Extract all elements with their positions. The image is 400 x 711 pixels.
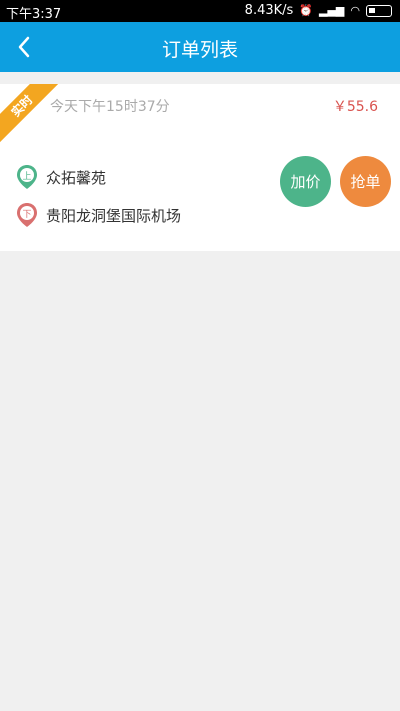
- order-card[interactable]: 实时 今天下午15时37分 ￥55.6 上 众拓馨苑 下 贵阳龙洞堡国际机场 加…: [0, 84, 400, 251]
- end-location-row: 下 贵阳龙洞堡国际机场: [16, 202, 181, 228]
- status-bar: 下午3:37 8.43K/s ⏰ ▂▄▆ ◠: [0, 0, 400, 22]
- start-location: 众拓馨苑: [46, 168, 107, 187]
- start-pin-icon: 上: [16, 164, 38, 190]
- grab-order-button[interactable]: 抢单: [340, 156, 391, 207]
- page-title: 订单列表: [161, 39, 238, 61]
- status-time: 下午3:37: [6, 7, 62, 22]
- net-speed: 8.43K/s: [244, 3, 294, 18]
- order-time: 今天下午15时37分: [50, 99, 170, 115]
- end-pin-label: 下: [22, 210, 31, 220]
- battery-icon: [366, 4, 392, 17]
- end-pin-icon: 下: [16, 202, 38, 228]
- order-price: ￥55.6: [332, 99, 378, 115]
- signal-icon: ▂▄▆: [319, 3, 345, 17]
- add-price-button[interactable]: 加价: [280, 156, 331, 207]
- start-pin-label: 上: [22, 171, 31, 182]
- status-icons: 8.43K/s ⏰ ▂▄▆ ◠: [245, 3, 392, 18]
- start-location-row: 上 众拓馨苑: [16, 164, 106, 190]
- end-location: 贵阳龙洞堡国际机场: [46, 206, 182, 225]
- wifi-icon: ◠: [350, 3, 360, 17]
- alarm-icon: ⏰: [299, 3, 313, 17]
- nav-bar: 订单列表: [0, 22, 400, 72]
